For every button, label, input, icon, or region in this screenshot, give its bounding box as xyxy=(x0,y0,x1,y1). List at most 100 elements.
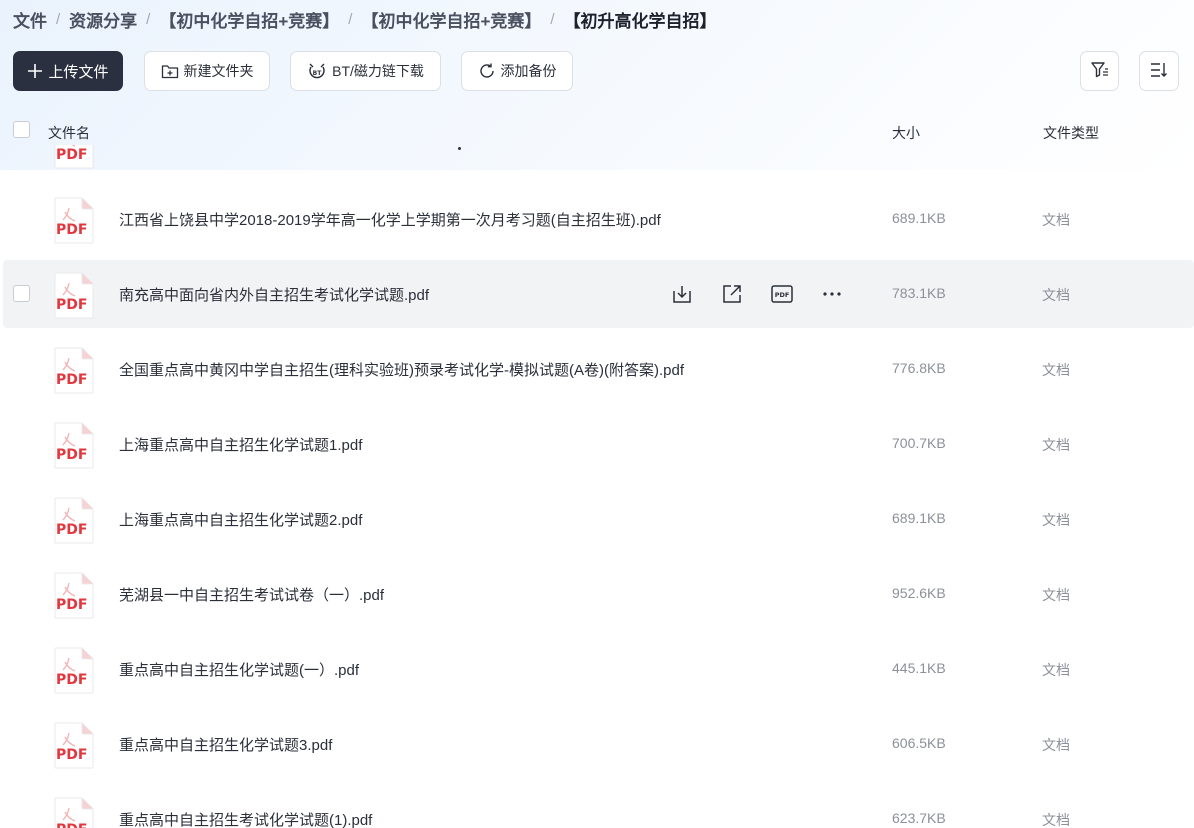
new-folder-button-label: 新建文件夹 xyxy=(183,63,254,79)
breadcrumb-item-resource-share[interactable]: 资源分享 xyxy=(69,7,137,32)
bt-download-button-label: BT/磁力链下载 xyxy=(332,63,424,79)
svg-text:BT: BT xyxy=(313,70,323,77)
file-type: 文档 xyxy=(1042,212,1070,228)
pdf-preview-button[interactable]: PDF xyxy=(769,281,795,307)
pdf-file-icon: PDF xyxy=(54,722,94,769)
breadcrumb-item-folder-2[interactable]: 【初中化学自招+竞赛】 xyxy=(361,7,541,32)
sync-icon xyxy=(478,62,496,80)
pdf-file-icon: PDF xyxy=(54,272,94,319)
svg-text:PDF: PDF xyxy=(56,672,87,688)
file-size: 700.7KB xyxy=(892,435,946,451)
svg-text:PDF: PDF xyxy=(56,372,87,388)
new-folder-button[interactable]: 新建文件夹 xyxy=(144,51,270,91)
file-row[interactable]: PDF 江西省上饶县中学2018-2019学年高一化学上学期第一次月考习题(自主… xyxy=(3,185,1194,253)
more-icon xyxy=(823,292,841,296)
select-all-checkbox[interactable] xyxy=(13,121,30,138)
download-icon xyxy=(673,286,691,303)
share-icon xyxy=(723,285,741,303)
bt-icon: BT xyxy=(307,62,327,80)
file-type: 文档 xyxy=(1042,737,1070,753)
file-row[interactable]: PDF 重点高中自主招生考试化学试题(1).pdf 623.7KB 文档 xyxy=(3,785,1194,828)
pdf-file-icon: PDF xyxy=(54,797,94,828)
file-type: 文档 xyxy=(1042,437,1070,453)
file-size: 689.1KB xyxy=(892,510,946,526)
svg-text:PDF: PDF xyxy=(56,447,87,463)
breadcrumb: 文件 / 资源分享 / 【初中化学自招+竞赛】 / 【初中化学自招+竞赛】 / … xyxy=(13,7,717,32)
filter-icon xyxy=(1090,61,1110,82)
pdf-file-icon: PDF xyxy=(54,647,94,694)
file-row[interactable]: PDF 重点高中自主招生化学试题3.pdf 606.5KB 文档 xyxy=(3,710,1194,778)
file-size: 776.8KB xyxy=(892,360,946,376)
file-name[interactable]: 重点高中自主招生化学试题3.pdf xyxy=(119,734,332,755)
download-button[interactable] xyxy=(669,281,695,307)
column-header-type[interactable]: 文件类型 xyxy=(1043,123,1099,143)
file-size: 689.1KB xyxy=(892,210,946,226)
more-options-button[interactable] xyxy=(819,281,845,307)
svg-text:PDF: PDF xyxy=(56,597,87,613)
pdf-preview-icon: PDF xyxy=(771,285,793,303)
file-type: 文档 xyxy=(1042,587,1070,603)
list-header: 文件名 大小 文件类型 xyxy=(0,115,1194,149)
file-size: 445.1KB xyxy=(892,660,946,676)
breadcrumb-item-current: 【初升高化学自招】 xyxy=(563,11,717,31)
share-button[interactable] xyxy=(719,281,745,307)
file-name[interactable]: 全国重点高中黄冈中学自主招生(理科实验班)预录考试化学-模拟试题(A卷)(附答案… xyxy=(119,359,684,380)
file-row[interactable]: PDF 上海重点高中自主招生化学试题1.pdf 700.7KB 文档 xyxy=(3,410,1194,478)
svg-text:PDF: PDF xyxy=(56,222,87,238)
file-size: 623.7KB xyxy=(892,810,946,826)
add-backup-button-label: 添加备份 xyxy=(500,63,557,79)
file-type: 文档 xyxy=(1042,662,1070,678)
pdf-file-icon: PDF xyxy=(54,497,94,544)
file-size: 606.5KB xyxy=(892,735,946,751)
folder-plus-icon xyxy=(161,63,179,79)
pdf-file-icon: PDF xyxy=(54,422,94,469)
file-size: 952.6KB xyxy=(892,585,946,601)
breadcrumb-item-folder-1[interactable]: 【初中化学自招+竞赛】 xyxy=(159,7,339,32)
svg-text:PDF: PDF xyxy=(56,522,87,538)
row-checkbox[interactable] xyxy=(13,285,30,302)
file-type: 文档 xyxy=(1042,512,1070,528)
bt-download-button[interactable]: BT BT/磁力链下载 xyxy=(290,51,441,91)
file-name[interactable]: 重点高中自主招生化学试题(一）.pdf xyxy=(119,659,359,680)
file-type: 文档 xyxy=(1042,362,1070,378)
pdf-file-icon: PDF xyxy=(54,347,94,394)
file-size: 783.1KB xyxy=(892,285,946,301)
file-name[interactable]: 芜湖县一中自主招生考试试卷（一）.pdf xyxy=(119,584,384,605)
file-list: PDF PDF 江西省上饶县中学2018-2019学年高一化学上学期第一次月考习… xyxy=(0,145,1194,828)
file-row[interactable]: PDF PDF 南充高中面向省内外自主招生考试化学试题.pdf 783.1KB … xyxy=(3,260,1194,328)
breadcrumb-separator: / xyxy=(348,10,353,28)
toolbar: 上传文件 新建文件夹 BT BT/磁力链下载 添加备份 xyxy=(0,51,1194,91)
file-name[interactable]: 上海重点高中自主招生化学试题1.pdf xyxy=(119,434,362,455)
file-row[interactable]: PDF 上海重点高中自主招生化学试题2.pdf 689.1KB 文档 xyxy=(3,485,1194,553)
file-name[interactable]: 重点高中自主招生考试化学试题(1).pdf xyxy=(119,809,372,828)
breadcrumb-separator: / xyxy=(550,10,555,28)
svg-text:PDF: PDF xyxy=(56,147,87,163)
column-header-name[interactable]: 文件名 xyxy=(48,123,90,143)
svg-text:PDF: PDF xyxy=(56,297,87,313)
file-name[interactable]: 南充高中面向省内外自主招生考试化学试题.pdf xyxy=(119,284,429,305)
file-row[interactable]: PDF xyxy=(3,145,1194,178)
upload-button-label: 上传文件 xyxy=(48,63,109,81)
filter-button[interactable] xyxy=(1080,51,1119,91)
pdf-file-icon: PDF xyxy=(54,197,94,244)
breadcrumb-separator: / xyxy=(146,10,151,28)
add-backup-button[interactable]: 添加备份 xyxy=(461,51,573,91)
svg-text:PDF: PDF xyxy=(775,291,790,299)
sort-button[interactable] xyxy=(1139,51,1179,91)
pdf-file-icon: PDF xyxy=(54,572,94,619)
plus-icon xyxy=(27,63,43,79)
file-name[interactable]: 上海重点高中自主招生化学试题2.pdf xyxy=(119,509,362,530)
file-name[interactable]: 江西省上饶县中学2018-2019学年高一化学上学期第一次月考习题(自主招生班)… xyxy=(119,209,661,230)
file-row[interactable]: PDF 全国重点高中黄冈中学自主招生(理科实验班)预录考试化学-模拟试题(A卷)… xyxy=(3,335,1194,403)
file-row[interactable]: PDF 芜湖县一中自主招生考试试卷（一）.pdf 952.6KB 文档 xyxy=(3,560,1194,628)
sort-icon xyxy=(1149,61,1169,82)
file-row[interactable]: PDF 重点高中自主招生化学试题(一）.pdf 445.1KB 文档 xyxy=(3,635,1194,703)
svg-text:PDF: PDF xyxy=(56,822,87,828)
file-type: 文档 xyxy=(1042,812,1070,828)
upload-button[interactable]: 上传文件 xyxy=(13,51,123,91)
breadcrumb-item-files[interactable]: 文件 xyxy=(13,7,47,32)
svg-text:PDF: PDF xyxy=(56,747,87,763)
breadcrumb-separator: / xyxy=(56,10,61,28)
file-type: 文档 xyxy=(1042,287,1070,303)
column-header-size[interactable]: 大小 xyxy=(892,123,920,143)
